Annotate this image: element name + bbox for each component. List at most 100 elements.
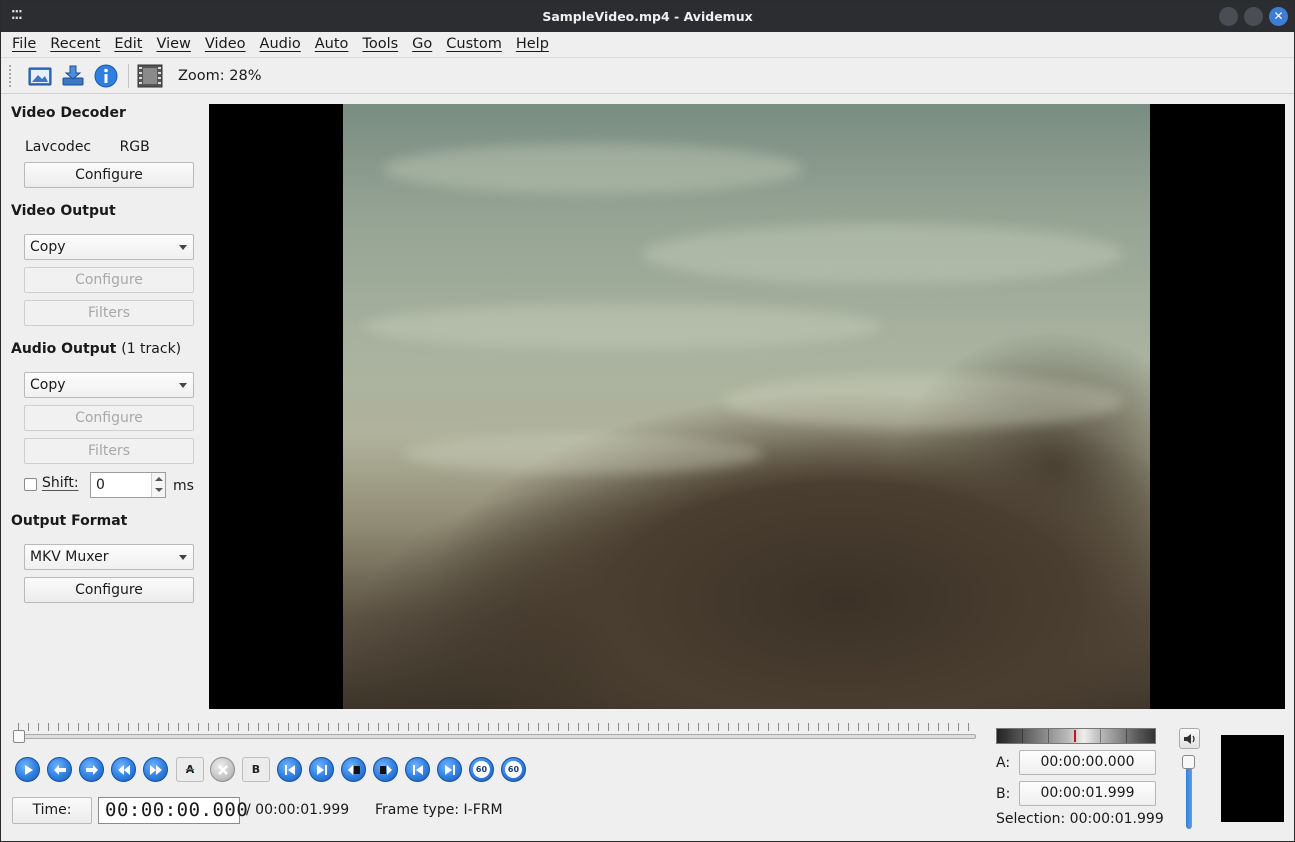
set-marker-b-button[interactable]: B <box>242 757 270 782</box>
video-decoder-title: Video Decoder <box>11 105 126 121</box>
video-codec-value: Copy <box>30 239 66 255</box>
save-video-icon[interactable] <box>60 63 86 89</box>
menu-edit[interactable]: Edit <box>107 36 149 52</box>
video-output-title: Video Output <box>11 203 116 219</box>
marker-a-icon: A <box>185 763 195 776</box>
play-button[interactable] <box>15 757 40 782</box>
shift-stepper[interactable] <box>151 473 165 497</box>
total-duration: / 00:00:01.999 <box>246 802 350 818</box>
menu-bar: File Recent Edit View Video Audio Auto T… <box>1 32 1294 56</box>
arrow-right-icon <box>85 764 98 775</box>
audio-output-title-text: Audio Output <box>11 341 117 357</box>
audio-filters-button[interactable]: Filters <box>24 438 194 464</box>
level-marker <box>1074 730 1076 742</box>
decoder-info: Lavcodec RGB <box>25 139 174 155</box>
last-frame-button[interactable] <box>437 757 462 782</box>
volume-slider[interactable] <box>1186 763 1192 829</box>
film-strip-icon[interactable] <box>137 63 163 89</box>
shift-spinbox[interactable]: 0 <box>90 472 166 498</box>
back-60s-button[interactable]: 60 <box>469 757 494 782</box>
title-bar: ⁚⁚⁚ SampleVideo.mp4 - Avidemux ✕ <box>1 1 1294 32</box>
audio-codec-select[interactable]: Copy <box>24 372 194 398</box>
audio-level-meter <box>996 728 1156 744</box>
menu-audio[interactable]: Audio <box>253 36 308 52</box>
next-black-frame-button[interactable] <box>373 757 398 782</box>
shift-checkbox[interactable] <box>24 478 37 491</box>
muxer-select[interactable]: MKV Muxer <box>24 544 194 570</box>
rewind-icon <box>117 764 130 775</box>
arrow-left-icon <box>53 764 66 775</box>
stepper-down-icon[interactable] <box>155 488 163 492</box>
first-frame-button[interactable] <box>405 757 430 782</box>
app-window: ⁚⁚⁚ SampleVideo.mp4 - Avidemux ✕ File Re… <box>0 0 1295 842</box>
set-marker-a-button[interactable]: A <box>176 757 204 782</box>
previous-frame-button[interactable] <box>47 757 72 782</box>
audio-configure-button[interactable]: Configure <box>24 405 194 431</box>
next-frame-button[interactable] <box>79 757 104 782</box>
decoder-codec: Lavcodec <box>25 139 92 155</box>
video-display[interactable] <box>209 104 1285 709</box>
marker-a-time-button[interactable]: 00:00:00.000 <box>1019 750 1156 775</box>
play-icon <box>24 764 33 775</box>
go-to-marker-b-button[interactable] <box>309 757 334 782</box>
goto-marker-b-icon <box>316 764 327 775</box>
timeline-handle[interactable] <box>13 730 25 743</box>
toolbar-grip[interactable] <box>9 64 15 87</box>
toolbar: Zoom: 28% <box>1 57 1294 94</box>
previous-keyframe-button[interactable] <box>111 757 136 782</box>
next-keyframe-button[interactable] <box>143 757 168 782</box>
audio-output-title: Audio Output (1 track) <box>11 341 181 357</box>
goto-marker-a-icon <box>284 764 295 775</box>
menu-tools[interactable]: Tools <box>355 36 405 52</box>
chevron-down-icon <box>179 555 187 560</box>
video-configure-button[interactable]: Configure <box>24 267 194 293</box>
delete-selection-button[interactable] <box>210 757 235 782</box>
shift-label[interactable]: Shift: <box>42 475 79 491</box>
close-button[interactable]: ✕ <box>1269 7 1288 26</box>
menu-custom[interactable]: Custom <box>439 36 509 52</box>
muxer-configure-button[interactable]: Configure <box>24 577 194 603</box>
maximize-button[interactable] <box>1244 7 1263 26</box>
menu-help[interactable]: Help <box>509 36 556 52</box>
previous-black-frame-icon <box>347 764 360 775</box>
selection-duration: Selection: 00:00:01.999 <box>996 811 1164 827</box>
fast-forward-icon <box>149 764 162 775</box>
audio-track-count: (1 track) <box>121 341 182 357</box>
toolbar-separator <box>128 63 129 88</box>
speaker-icon <box>1183 733 1195 744</box>
previous-black-frame-button[interactable] <box>341 757 366 782</box>
minimize-button[interactable] <box>1219 7 1238 26</box>
video-filters-button[interactable]: Filters <box>24 300 194 326</box>
menu-go[interactable]: Go <box>405 36 439 52</box>
decoder-configure-button[interactable]: Configure <box>24 162 194 188</box>
info-icon[interactable] <box>93 63 119 89</box>
menu-view[interactable]: View <box>149 36 197 52</box>
forward-60s-button[interactable]: 60 <box>501 757 526 782</box>
marker-b-icon: B <box>251 763 261 776</box>
forward-60s-icon: 60 <box>505 761 522 778</box>
next-black-frame-icon <box>379 764 392 775</box>
volume-button[interactable] <box>1179 728 1200 749</box>
menu-auto[interactable]: Auto <box>308 36 356 52</box>
back-60s-icon: 60 <box>473 761 490 778</box>
timeline-ticks <box>18 723 976 731</box>
video-codec-select[interactable]: Copy <box>24 234 194 260</box>
time-button[interactable]: Time: <box>12 797 92 824</box>
marker-b-time-button[interactable]: 00:00:01.999 <box>1019 781 1156 806</box>
marker-a-label: A: <box>996 755 1011 771</box>
marker-b-label: B: <box>996 786 1011 802</box>
go-to-marker-a-button[interactable] <box>277 757 302 782</box>
window-menu-icon[interactable]: ⁚⁚⁚ <box>11 8 23 22</box>
decoder-format: RGB <box>119 139 150 155</box>
menu-file[interactable]: File <box>5 36 43 52</box>
menu-recent[interactable]: Recent <box>43 36 107 52</box>
volume-handle[interactable] <box>1182 755 1195 769</box>
muxer-value: MKV Muxer <box>30 549 109 565</box>
stepper-up-icon[interactable] <box>155 477 163 481</box>
menu-video[interactable]: Video <box>198 36 253 52</box>
open-video-icon[interactable] <box>27 63 53 89</box>
current-time-field[interactable]: 00:00:00.000 <box>98 797 248 824</box>
audio-codec-value: Copy <box>30 377 66 393</box>
audio-preview-box <box>1221 735 1284 822</box>
timeline-slider[interactable] <box>18 734 976 739</box>
